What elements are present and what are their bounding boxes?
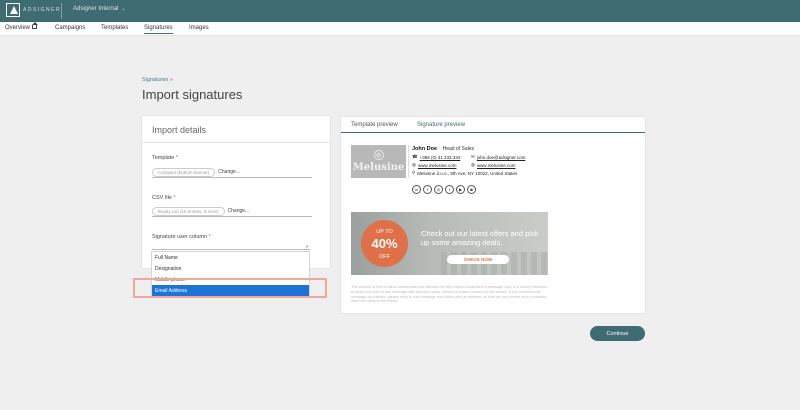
card-divider (142, 142, 330, 143)
template-field: Compact (bottom banner) Change... (152, 167, 312, 178)
dropdown-option-designation[interactable]: Designation (152, 263, 309, 274)
template-label-text: Template (152, 155, 175, 161)
template-change-link[interactable]: Change... (218, 169, 240, 175)
main-nav: Overview Campaigns Templates Signatures … (0, 22, 800, 36)
page-title: Import signatures (142, 87, 243, 102)
column-select[interactable]: ▼ (152, 242, 310, 250)
signature-website-line: ◍ www.melusine.com (412, 162, 456, 168)
topbar-divider (61, 3, 62, 19)
template-label: Template * (152, 155, 178, 161)
tab-signature-preview[interactable]: Signature preview (417, 122, 465, 128)
required-mark: * (208, 234, 211, 240)
nav-templates[interactable]: Templates (101, 25, 128, 31)
badge-off: OFF (379, 254, 390, 260)
logo-icon (6, 3, 20, 17)
signature-website-line-2: ◍ www.melusine.com (471, 162, 515, 168)
nav-campaigns[interactable]: Campaigns (55, 25, 85, 31)
nav-overview[interactable]: Overview (5, 22, 38, 31)
globe-icon: ◍ (412, 162, 416, 167)
mail-icon: ✉ (471, 154, 475, 159)
logo-emblem-icon: ✿ (373, 150, 384, 160)
nav-signatures[interactable]: Signatures (144, 25, 173, 34)
chevron-down-icon: ▼ (305, 244, 309, 249)
signature-phone-line: ☎ +386 (0) 31 233 334 (412, 154, 460, 160)
location-pin-icon: ⚲ (412, 170, 416, 175)
signature-email-line: ✉ john.doe@adsigner.com (471, 154, 525, 160)
youtube-icon[interactable]: ▶ (456, 185, 465, 194)
nav-overview-label: Overview (5, 25, 31, 31)
csv-file-chip: Book1.csv (10 entries, 0 error) (152, 206, 225, 216)
signature-address: Melusine d.o.o., 5th Ave, NY 10022, Unit… (417, 170, 518, 176)
import-details-card: Import details Template * Compact (botto… (142, 116, 330, 268)
csv-change-link[interactable]: Change... (228, 208, 250, 214)
signature-divider (408, 145, 409, 178)
check-now-button[interactable]: CHECK NOW (447, 255, 509, 264)
preview-tabs: Template preview Signature preview (341, 117, 645, 133)
signature-name: John Doe (412, 146, 438, 152)
workspace-name: Adsigner Internal (73, 6, 119, 12)
camera-icon[interactable]: ◙ (467, 185, 476, 194)
home-icon (31, 22, 38, 29)
required-mark: * (173, 195, 176, 201)
adsigner-logo[interactable]: ADSIGNER (6, 3, 61, 17)
template-file-chip: Compact (bottom banner) (152, 167, 216, 177)
column-label-text: Signature user column (152, 234, 208, 240)
import-details-title: Import details (152, 125, 207, 135)
instagram-icon[interactable]: ◎ (434, 185, 443, 194)
nav-images[interactable]: Images (189, 25, 209, 31)
signature-name-line: John Doe Head of Sales (412, 146, 474, 152)
csv-label: CSV file * (152, 195, 176, 201)
preview-card: Template preview Signature preview ✿ Mel… (341, 117, 645, 313)
chevron-down-icon: ⌄ (121, 6, 126, 12)
banner-headline: Check out our latest offers and pick up … (421, 229, 539, 247)
signature-website-2[interactable]: www.melusine.com (477, 163, 516, 168)
dropdown-option-full-name[interactable]: Full Name (152, 252, 309, 263)
twitter-icon[interactable]: t (445, 185, 454, 194)
top-bar: ADSIGNER Adsigner Internal ⌄ (0, 0, 800, 22)
globe-icon: ◍ (471, 162, 475, 167)
email-disclaimer: The content of this email is confidentia… (351, 285, 548, 304)
signature-address-line: ⚲ Melusine d.o.o., 5th Ave, NY 10022, Un… (412, 170, 517, 176)
company-logo-text: Melusine (352, 162, 405, 173)
workspace-switcher[interactable]: Adsigner Internal ⌄ (73, 6, 126, 12)
linkedin-icon[interactable]: in (412, 185, 421, 194)
badge-up-to: UP TO (376, 229, 393, 235)
social-icons: in f ◎ t ▶ ◙ (412, 185, 476, 194)
discount-badge: UP TO 40% OFF (361, 220, 408, 267)
signature-role: Head of Sales (442, 146, 475, 152)
company-logo: ✿ Melusine (351, 145, 406, 178)
signature-website[interactable]: www.melusine.com (418, 163, 457, 168)
breadcrumb[interactable]: Signatures » (142, 77, 173, 83)
logo-text: ADSIGNER (23, 7, 62, 13)
selection-highlight-box (133, 278, 327, 298)
continue-button[interactable]: Continue (590, 326, 645, 341)
badge-percent: 40% (371, 236, 398, 251)
csv-label-text: CSV file (152, 195, 172, 201)
promo-banner[interactable]: UP TO 40% OFF Check out our latest offer… (351, 212, 548, 275)
column-label: Signature user column * (152, 234, 211, 240)
signature-email[interactable]: john.doe@adsigner.com (477, 155, 526, 160)
signature-phone[interactable]: +386 (0) 31 233 334 (420, 155, 461, 160)
required-mark: * (175, 155, 178, 161)
csv-field: Book1.csv (10 entries, 0 error) Change..… (152, 206, 312, 217)
phone-icon: ☎ (412, 154, 418, 159)
tab-template-preview[interactable]: Template preview (351, 122, 398, 128)
facebook-icon[interactable]: f (423, 185, 432, 194)
